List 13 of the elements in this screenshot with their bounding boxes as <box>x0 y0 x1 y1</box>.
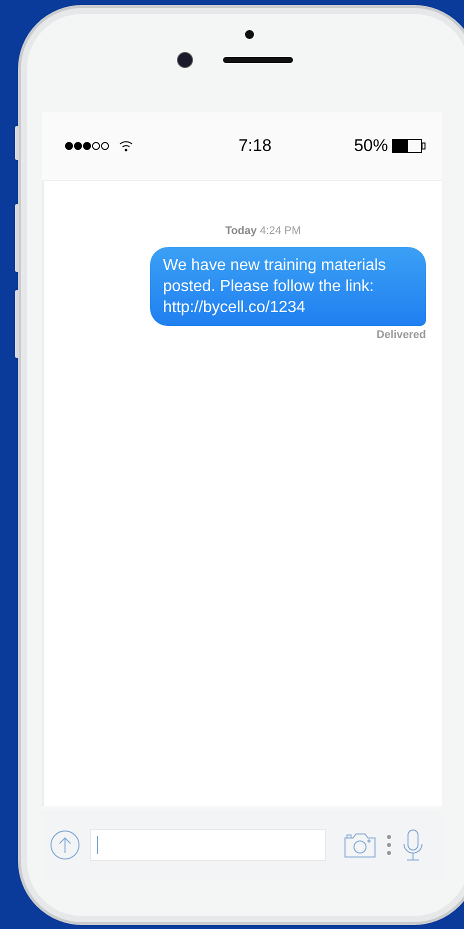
camera-icon[interactable] <box>344 832 376 858</box>
sensor-dot <box>245 30 254 39</box>
message-input-field[interactable] <box>90 829 326 861</box>
battery-percent: 50% <box>354 136 388 156</box>
speaker-grille <box>222 57 292 63</box>
front-camera-icon <box>176 52 192 68</box>
message-bubble: We have new training materials posted. Please follow the link: http://bycell.co/1234 <box>150 247 426 326</box>
more-options-icon[interactable] <box>386 834 392 856</box>
status-time: 7:18 <box>238 136 272 156</box>
delivery-status: Delivered <box>376 329 426 341</box>
microphone-icon[interactable] <box>402 829 424 861</box>
battery-icon <box>392 139 426 153</box>
message-timestamp: Today 4:24 PM <box>225 225 301 237</box>
